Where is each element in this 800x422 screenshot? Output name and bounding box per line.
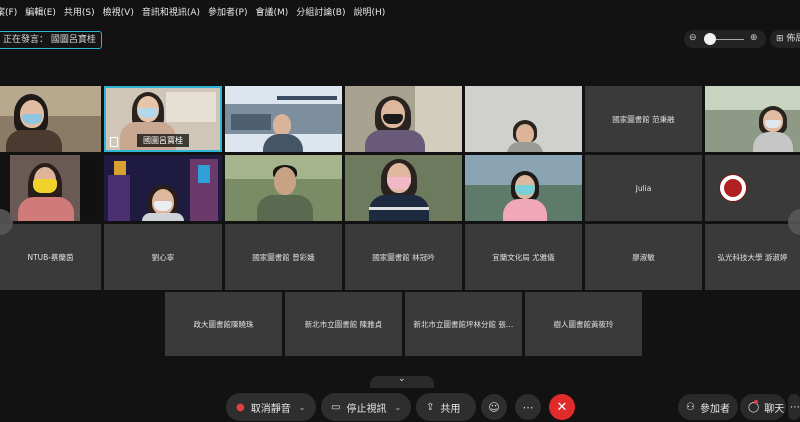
person-icon: ⚇ [686,401,695,413]
menu-share[interactable]: 共用(S) [60,5,99,18]
layout-label: 佈局 [786,34,800,44]
menu-bar: 案(F) 編輯(E) 共用(S) 檢視(V) 音訊和視訊(A) 參加者(P) 會… [0,0,800,22]
name-tile[interactable]: Julia [585,155,702,221]
name-tile[interactable]: 國家圖書館 林冠吟 [345,224,462,290]
video-tile[interactable] [345,86,462,152]
participant-name: 廖淑敏 [632,252,655,262]
video-tile[interactable] [465,86,582,152]
name-tile[interactable]: 廖淑敏 [585,224,702,290]
chevron-down-icon[interactable]: ⌄ [299,403,306,412]
name-tile[interactable]: 新北市立圖書館坪林分館 張… [405,292,522,356]
video-tile[interactable] [465,155,582,221]
share-icon: ⇪ [426,401,435,413]
name-tile[interactable]: 樹人圖書館黃筱玲 [525,292,642,356]
participant-name: 樹人圖書館黃筱玲 [553,319,614,329]
active-speaker-name: 國圖呂寶桂 [50,35,96,45]
collapse-grid-button[interactable]: ⌄ [370,374,434,388]
zoom-thumb[interactable] [704,33,716,45]
name-tile[interactable]: 劉心寧 [104,224,222,290]
participant-name: 政大圖書館陳曉珠 [193,319,254,329]
name-tile[interactable]: NTUB-蔡蘭茵 [0,224,101,290]
participant-name: 國圖呂寶桂 [137,134,189,147]
participant-name: 國家圖書館 曾彩娥 [252,252,315,262]
menu-meeting[interactable]: 會議(M) [252,5,293,18]
participant-name: 新北市立圖書館 陳雅貞 [304,319,383,329]
video-camera-icon: ▭ [331,401,341,413]
menu-edit[interactable]: 編輯(E) [21,5,60,18]
menu-view[interactable]: 檢視(V) [99,5,138,18]
reactions-button[interactable]: ☺ [481,394,507,420]
active-speaker-tile[interactable]: 國圖呂寶桂 [104,86,222,152]
name-tile[interactable]: 弘光科技大學 游淑婷 [705,224,800,290]
participant-name: Julia [635,183,652,193]
smiley-icon: ☺ [488,400,500,414]
video-tile[interactable] [0,86,101,152]
participant-name: 國家圖書館 范秉融 [612,114,675,124]
name-tile[interactable]: 新北市立圖書館 陳雅貞 [285,292,402,356]
participant-name: NTUB-蔡蘭茵 [27,252,74,262]
name-tile[interactable]: 國家圖書館 范秉融 [585,86,702,152]
more-options-button[interactable]: ⋯ [515,394,541,420]
video-tile[interactable] [104,155,222,221]
participant-name: 弘光科技大學 游淑婷 [717,252,788,262]
more-icon: ⋯ [522,400,534,414]
video-tile[interactable] [705,86,800,152]
chat-bubble-icon: ◯ [748,399,760,413]
active-speaker-label: 正在發言： [3,35,49,45]
grid-icon: ⊞ [776,34,784,44]
unmute-button[interactable]: ● 取消靜音 ⌄ [226,393,316,421]
menu-participants[interactable]: 參加者(P) [204,5,251,18]
more-panels-button[interactable]: ⋯ [788,394,800,420]
chevron-down-icon[interactable]: ⌄ [394,403,401,412]
chat-button[interactable]: ◯ 聊天 [740,394,786,420]
share-button[interactable]: ⇪ 共用 [416,393,476,421]
video-tile[interactable] [225,86,342,152]
menu-file[interactable]: 案(F) [0,5,21,18]
more-icon: ⋯ [790,401,800,413]
active-speaker-indicator: 正在發言： 國圖呂寶桂 [0,31,102,49]
participants-button[interactable]: ⚇ 參加者 [678,394,738,420]
university-seal-icon [718,174,747,202]
zoom-slider[interactable]: ⊖ ⊕ [684,30,766,48]
camera-icon [110,137,118,147]
video-tile[interactable] [345,155,462,221]
menu-help[interactable]: 說明(H) [350,5,390,18]
chevron-down-icon: ⌄ [398,374,406,384]
participant-name: 國家圖書館 林冠吟 [372,252,435,262]
participant-name: 新北市立圖書館坪林分館 張… [413,319,514,329]
leave-meeting-button[interactable]: ✕ [549,394,575,420]
layout-button[interactable]: ⊞ 佈局 [770,30,800,48]
stop-video-button[interactable]: ▭ 停止視訊 ⌄ [321,393,411,421]
share-label: 共用 [440,403,461,415]
participants-label: 參加者 [699,403,730,415]
microphone-muted-icon: ● [236,401,245,413]
zoom-out-icon[interactable]: ⊖ [689,33,697,43]
participant-name: 宜蘭文化局 尤雅儀 [492,252,555,262]
stop-video-label: 停止視訊 [346,403,387,415]
video-tile[interactable] [225,155,342,221]
participant-name: 劉心寧 [151,252,175,262]
video-tile[interactable] [10,155,101,221]
name-tile[interactable]: 政大圖書館陳曉珠 [165,292,282,356]
close-icon: ✕ [556,399,568,415]
zoom-in-icon[interactable]: ⊕ [750,33,758,43]
menu-breakout[interactable]: 分組討論(B) [292,5,349,18]
menu-audio-video[interactable]: 音訊和視訊(A) [138,5,204,18]
name-tile[interactable]: 宜蘭文化局 尤雅儀 [465,224,582,290]
chat-label: 聊天 [764,403,785,415]
unmute-label: 取消靜音 [250,403,291,415]
name-tile[interactable]: 國家圖書館 曾彩娥 [225,224,342,290]
avatar-tile[interactable] [705,155,800,221]
